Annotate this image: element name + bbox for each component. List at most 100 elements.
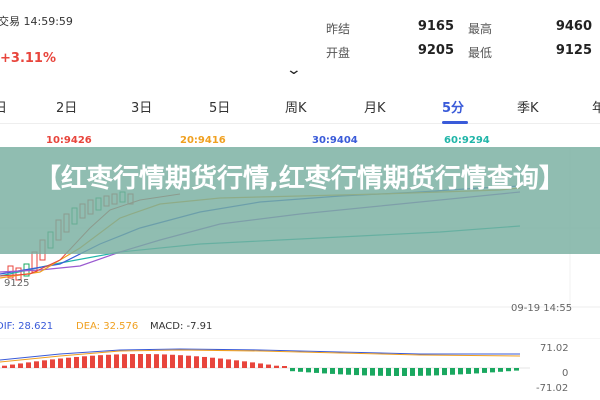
macd-dea: DEA: 32.576 — [76, 321, 139, 332]
macd-bar — [346, 368, 351, 375]
macd-bar — [418, 368, 423, 376]
macd-bar — [394, 368, 399, 376]
macd-bar — [122, 354, 127, 368]
macd-bar — [282, 366, 287, 368]
high-value: 9460 — [555, 19, 592, 34]
macd-bar — [194, 356, 199, 368]
macd-bar — [114, 354, 119, 368]
macd-dif: DIF: 28.621 — [0, 321, 54, 332]
ma20-legend: 20:9416 — [180, 135, 226, 146]
low-label: 最低 — [468, 46, 493, 60]
macd-bar — [338, 368, 343, 375]
macd-bar — [474, 368, 479, 374]
prev-settle-label: 昨结 — [326, 22, 351, 36]
trade-time: 交易 14:59:59 — [0, 15, 73, 28]
ma60-legend: 60:9294 — [444, 135, 490, 146]
macd-bar — [330, 368, 335, 374]
macd-bar — [50, 359, 55, 368]
open-value: 9205 — [417, 43, 454, 58]
macd-bar — [314, 368, 319, 373]
macd-bar — [354, 368, 359, 376]
price-change-percent: +3.11% — [0, 51, 56, 66]
macd-bar — [2, 365, 7, 368]
macd-chart[interactable] — [0, 338, 600, 400]
macd-bar — [426, 368, 431, 376]
macd-bar — [10, 364, 15, 368]
macd-bar — [274, 365, 279, 368]
macd-bar — [146, 354, 151, 368]
macd-bar — [306, 368, 311, 373]
macd-bar — [234, 360, 239, 368]
macd-bar — [370, 368, 375, 376]
macd-bar — [210, 357, 215, 368]
macd-bar — [258, 363, 263, 368]
macd-bar — [498, 368, 503, 372]
macd-bar — [322, 368, 327, 374]
macd-axis-top: 71.02 — [540, 343, 569, 354]
macd-bars-group — [2, 354, 519, 376]
ma10-legend: 10:9426 — [46, 135, 92, 146]
tab-5day[interactable]: 5日 — [209, 97, 230, 116]
macd-bar — [250, 362, 255, 368]
macd-bar — [266, 364, 271, 368]
macd-bar — [98, 355, 103, 368]
macd-bar — [90, 355, 95, 368]
macd-bar — [66, 357, 71, 368]
macd-bar — [170, 354, 175, 368]
macd-bar — [482, 368, 487, 373]
macd-bar — [130, 354, 135, 368]
macd-bar — [434, 368, 439, 376]
macd-bar — [178, 355, 183, 368]
macd-bar — [74, 356, 79, 368]
macd-bar — [154, 354, 159, 368]
macd-bar — [242, 361, 247, 368]
macd-bar — [26, 362, 31, 368]
open-label: 开盘 — [326, 46, 351, 60]
macd-bar — [226, 359, 231, 368]
tab-quarterly[interactable]: 季K — [517, 97, 539, 116]
chart-time-right: 09-19 14:55 — [511, 303, 573, 314]
tab-weekly[interactable]: 周K — [285, 97, 307, 116]
macd-axis-bottom: -71.02 — [536, 383, 569, 394]
macd-bar — [186, 355, 191, 368]
quote-header: 交易 14:59:59 +3.11% 昨结 9165 最高 9460 开盘 92… — [0, 0, 600, 88]
chevron-down-icon[interactable]: ⌄ — [286, 62, 302, 78]
macd-bar — [42, 360, 47, 368]
macd-value: MACD: -7.91 — [150, 321, 213, 332]
tab-5min[interactable]: 5分 — [442, 97, 464, 116]
macd-bar — [378, 368, 383, 376]
macd-bar — [18, 363, 23, 368]
macd-bar — [386, 368, 391, 376]
macd-bar — [442, 368, 447, 376]
macd-bar — [362, 368, 367, 376]
macd-bar — [466, 368, 471, 374]
macd-axis-zero: 0 — [562, 368, 569, 379]
tab-2day[interactable]: 2日 — [56, 97, 77, 116]
macd-bar — [138, 354, 143, 368]
macd-bar — [298, 368, 303, 372]
low-value: 9125 — [555, 43, 592, 58]
active-tab-indicator — [442, 121, 468, 124]
tab-monthly[interactable]: 月K — [364, 97, 386, 116]
prev-settle-value: 9165 — [417, 19, 454, 34]
tab-3day[interactable]: 3日 — [131, 97, 152, 116]
macd-bar — [218, 358, 223, 368]
macd-bar — [290, 368, 295, 372]
macd-bar — [458, 368, 463, 375]
macd-bar — [202, 356, 207, 368]
macd-bar — [410, 368, 415, 376]
macd-bar — [162, 354, 167, 368]
chart-low-label: 9125 — [4, 278, 30, 289]
tab-yearly[interactable]: 年 — [592, 97, 600, 116]
macd-bar — [106, 354, 111, 368]
ma30-legend: 30:9404 — [312, 135, 358, 146]
macd-bar — [506, 368, 511, 372]
high-label: 最高 — [468, 22, 493, 36]
macd-bar — [82, 356, 87, 368]
macd-bar — [34, 361, 39, 368]
macd-bar — [490, 368, 495, 373]
period-tabs: 日 2日 3日 5日 周K 月K 5分 季K 年 — [0, 88, 600, 124]
macd-bar — [514, 368, 519, 371]
macd-bar — [450, 368, 455, 375]
tab-day[interactable]: 日 — [0, 97, 7, 116]
